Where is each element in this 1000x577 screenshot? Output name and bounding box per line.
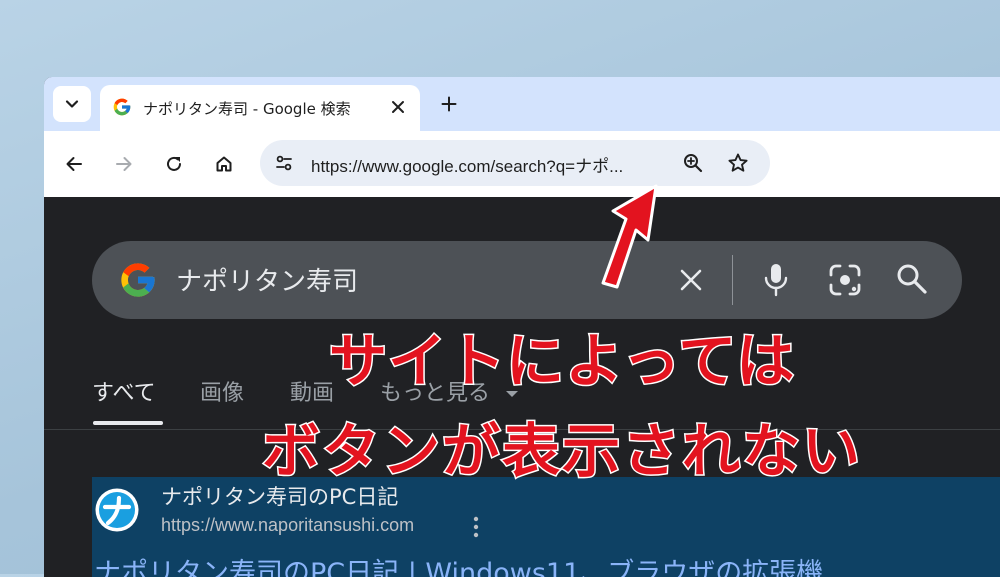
new-tab-button[interactable] xyxy=(436,91,462,117)
tab-search-button[interactable] xyxy=(53,86,91,122)
tab-strip: ナポリタン寿司 - Google 検索 xyxy=(44,77,1000,131)
tab-more-label: もっと見る xyxy=(380,381,491,406)
caret-down-icon xyxy=(506,391,519,397)
forward-icon xyxy=(116,157,132,171)
page-content: ナポリタン寿司 すべて 画像 動画 もっと見る ナポリタン寿司のPC日記 htt… xyxy=(44,197,1000,577)
search-result[interactable]: ナポリタン寿司のPC日記 https://www.naporitansushi.… xyxy=(92,477,1000,577)
result-title-link[interactable]: ナポリタン寿司のPC日記 | Windows11、ブラウザの拡張機 xyxy=(94,551,823,577)
site-info-button[interactable] xyxy=(272,151,296,175)
back-icon xyxy=(66,157,82,171)
search-icon[interactable] xyxy=(894,261,930,297)
tab-videos[interactable]: 動画 xyxy=(290,375,334,407)
tab-title: ナポリタン寿司 - Google 検索 xyxy=(143,100,351,118)
active-tab-indicator xyxy=(93,421,163,425)
address-bar[interactable]: https://www.google.com/search?q=ナポ... xyxy=(260,140,770,186)
zoom-icon xyxy=(684,154,703,173)
tab-close-button[interactable] xyxy=(386,95,410,119)
site-favicon-icon xyxy=(95,488,139,532)
site-info-icon xyxy=(276,155,292,171)
home-icon xyxy=(216,156,232,172)
search-box-divider xyxy=(732,255,733,305)
tab-all[interactable]: すべて xyxy=(92,375,156,407)
plus-icon xyxy=(441,96,457,112)
google-g-icon xyxy=(113,98,131,116)
tab-google-search[interactable]: ナポリタン寿司 - Google 検索 xyxy=(100,85,420,131)
tab-more[interactable]: もっと見る xyxy=(380,375,519,407)
forward-button[interactable] xyxy=(110,150,138,178)
url-text[interactable]: https://www.google.com/search?q=ナポ... xyxy=(311,152,623,177)
back-button[interactable] xyxy=(60,150,88,178)
reload-button[interactable] xyxy=(160,150,188,178)
home-button[interactable] xyxy=(210,150,238,178)
bookmark-button[interactable] xyxy=(725,150,751,176)
zoom-button[interactable] xyxy=(680,150,706,176)
more-options-icon[interactable] xyxy=(470,515,482,539)
google-lens-icon[interactable] xyxy=(826,261,864,299)
browser-window: ナポリタン寿司 - Google 検索 https://www.google.c… xyxy=(44,77,1000,577)
tabs-divider xyxy=(44,429,1000,430)
result-site-name[interactable]: ナポリタン寿司のPC日記 xyxy=(161,481,398,511)
search-query[interactable]: ナポリタン寿司 xyxy=(176,261,358,298)
tab-images[interactable]: 画像 xyxy=(200,375,244,407)
result-site-url[interactable]: https://www.naporitansushi.com xyxy=(161,515,414,536)
microphone-icon[interactable] xyxy=(760,261,792,299)
google-g-icon xyxy=(121,263,155,297)
close-icon xyxy=(392,101,404,113)
reload-icon xyxy=(167,156,181,171)
search-box[interactable]: ナポリタン寿司 xyxy=(92,241,962,319)
chevron-down-icon xyxy=(65,100,79,108)
toolbar: https://www.google.com/search?q=ナポ... xyxy=(44,131,1000,197)
star-icon xyxy=(728,153,748,172)
clear-icon[interactable] xyxy=(674,263,708,297)
